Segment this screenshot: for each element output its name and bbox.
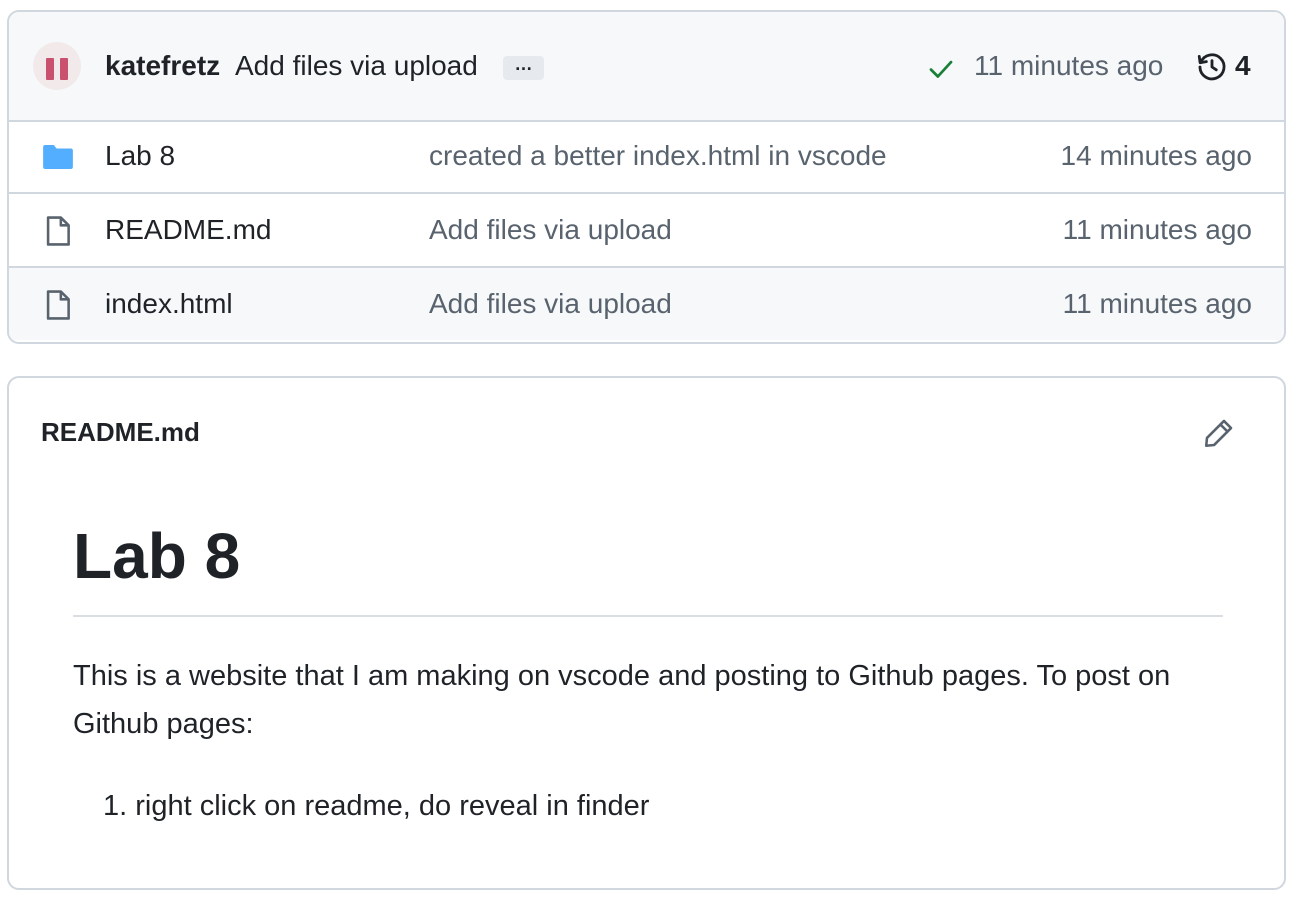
- check-icon[interactable]: [926, 54, 956, 84]
- file-name-link[interactable]: README.md: [105, 214, 271, 246]
- commit-message-link[interactable]: Add files via upload: [235, 50, 478, 82]
- file-commit-time: 11 minutes ago: [1062, 288, 1252, 319]
- file-icon: [46, 216, 70, 246]
- commit-history-count[interactable]: 4: [1235, 50, 1251, 82]
- file-commit-message-link[interactable]: Add files via upload: [429, 214, 672, 246]
- folder-icon: [43, 144, 73, 170]
- avatar-pattern: [60, 58, 68, 80]
- heading-divider: [73, 615, 1223, 617]
- file-icon: [46, 290, 70, 320]
- list-item-text: right click on readme, do reveal in find…: [135, 790, 650, 822]
- readme-ordered-list: 1. right click on readme, do reveal in f…: [103, 782, 649, 830]
- commit-details-toggle-button[interactable]: …: [503, 55, 544, 80]
- commit-author-link[interactable]: katefretz: [105, 50, 220, 82]
- file-commit-message-link[interactable]: Add files via upload: [429, 288, 672, 320]
- list-item: 1. right click on readme, do reveal in f…: [103, 782, 649, 830]
- commit-time: 11 minutes ago: [974, 50, 1164, 81]
- latest-commit-bar: katefretz Add files via upload … 11 minu…: [9, 12, 1284, 122]
- table-row[interactable]: index.html Add files via upload 11 minut…: [9, 266, 1284, 340]
- list-item-number: 1.: [103, 790, 128, 822]
- readme-paragraph: This is a website that I am making on vs…: [73, 660, 1171, 740]
- file-commit-message-link[interactable]: created a better index.html in vscode: [429, 140, 887, 172]
- avatar[interactable]: [33, 42, 81, 90]
- avatar-pattern: [46, 58, 54, 80]
- table-row[interactable]: Lab 8 created a better index.html in vsc…: [9, 120, 1284, 192]
- file-name-link[interactable]: Lab 8: [105, 140, 175, 172]
- readme-heading: Lab 8: [73, 520, 241, 592]
- table-row[interactable]: README.md Add files via upload 11 minute…: [9, 192, 1284, 266]
- file-commit-time: 11 minutes ago: [1062, 214, 1252, 245]
- file-name-link[interactable]: index.html: [105, 288, 233, 320]
- history-icon[interactable]: [1195, 50, 1229, 84]
- pencil-icon[interactable]: [1202, 416, 1236, 450]
- readme-filename-link[interactable]: README.md: [41, 416, 200, 448]
- readme-panel: README.md Lab 8 This is a website that I…: [7, 376, 1286, 890]
- file-commit-time: 14 minutes ago: [1060, 140, 1252, 171]
- file-listing: katefretz Add files via upload … 11 minu…: [7, 10, 1286, 344]
